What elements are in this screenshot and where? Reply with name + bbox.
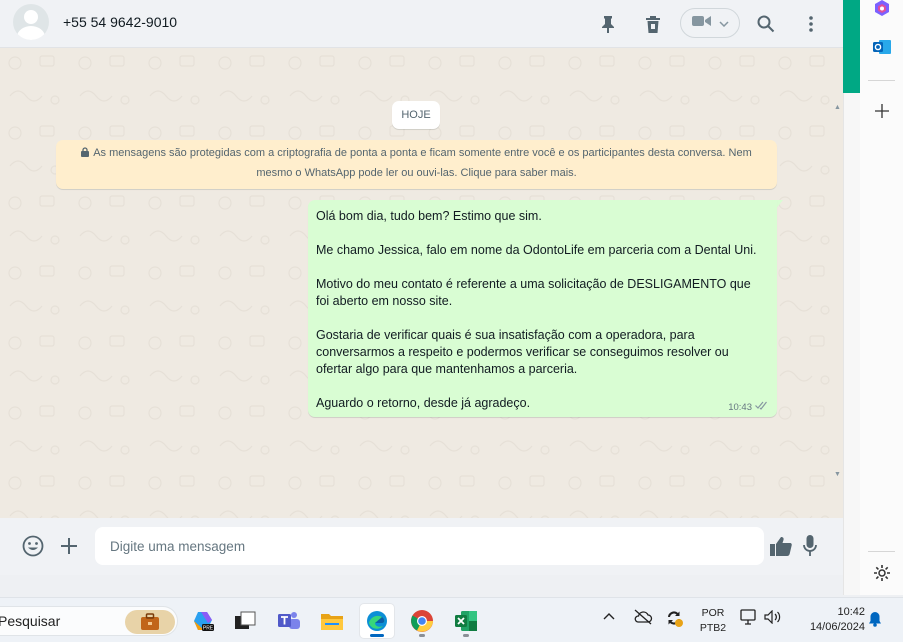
message-input[interactable] <box>110 538 764 554</box>
scroll-up-arrow[interactable]: ▲ <box>834 104 841 111</box>
side-panel-bg <box>860 0 903 595</box>
excel-icon[interactable] <box>449 604 483 638</box>
whatsapp-window: +55 54 9642-9010 ▲ HOJE As mensagens são… <box>0 0 843 595</box>
delete-icon[interactable] <box>641 12 665 36</box>
teams-icon[interactable] <box>272 604 306 638</box>
date-chip: HOJE <box>392 101 440 129</box>
clock-time: 10:42 <box>837 606 865 618</box>
notification-bell-icon[interactable] <box>868 611 882 630</box>
taskbar-search[interactable]: Pesquisar <box>0 606 178 636</box>
lock-icon <box>81 145 90 164</box>
message-line: ofertar algo para que mantenhamos a parc… <box>316 362 578 376</box>
language-code: POR <box>701 607 725 619</box>
rail-separator <box>868 551 895 552</box>
copilot-app-icon[interactable]: PRE <box>187 604 221 638</box>
video-call-button[interactable] <box>680 8 740 38</box>
input-language-indicator[interactable]: POR PTB2 <box>696 606 730 636</box>
taskbar: Pesquisar PRE POR PTB2 10:42 14/06/2024 <box>0 597 903 642</box>
message-line <box>316 310 769 327</box>
keyboard-layout: PTB2 <box>699 622 727 634</box>
settings-icon[interactable] <box>872 563 892 583</box>
outgoing-message[interactable]: Olá bom dia, tudo bem? Estimo que sim. M… <box>308 200 777 417</box>
message-line: conversarmos a respeito e podermos verif… <box>316 345 729 359</box>
window-bottom-strip <box>0 575 843 595</box>
chat-header: +55 54 9642-9010 <box>0 0 843 48</box>
avatar[interactable] <box>13 4 49 40</box>
message-text: Olá bom dia, tudo bem? Estimo que sim. M… <box>316 208 769 412</box>
scroll-down-arrow[interactable]: ▼ <box>834 471 841 478</box>
composer <box>0 518 843 575</box>
chevron-up-icon[interactable] <box>603 611 615 623</box>
encryption-notice-line1: As mensagens são protegidas com a cripto… <box>93 147 752 159</box>
copilot-icon[interactable] <box>872 0 892 18</box>
edge-icon[interactable] <box>360 604 394 638</box>
add-icon[interactable] <box>872 101 892 121</box>
message-line: Me chamo Jessica, falo em nome da Odonto… <box>316 243 757 257</box>
network-icon[interactable] <box>740 609 758 628</box>
message-line: Motivo do meu contato é referente a uma … <box>316 277 751 291</box>
clock[interactable]: 10:42 14/06/2024 <box>795 605 865 635</box>
message-meta: 10:43 <box>728 401 769 413</box>
rail-separator <box>868 80 895 81</box>
file-explorer-icon[interactable] <box>315 604 349 638</box>
thumbs-up-icon[interactable] <box>768 533 794 559</box>
message-line: Aguardo o retorno, desde já agradeço. <box>316 396 531 410</box>
plus-icon[interactable] <box>56 533 82 559</box>
message-input-box[interactable] <box>95 527 764 565</box>
clock-date: 14/06/2024 <box>809 621 865 633</box>
briefcase-icon[interactable] <box>125 610 175 634</box>
emoji-icon[interactable] <box>20 533 46 559</box>
message-line <box>316 225 769 242</box>
microphone-icon[interactable] <box>797 533 823 559</box>
contact-name[interactable]: +55 54 9642-9010 <box>63 14 177 30</box>
sync-warning-icon[interactable] <box>664 608 684 631</box>
video-call-icon <box>691 14 711 32</box>
encryption-notice[interactable]: As mensagens são protegidas com a cripto… <box>56 140 777 189</box>
taskbar-search-text: Pesquisar <box>0 613 61 629</box>
message-line <box>316 259 769 276</box>
double-check-icon <box>755 401 769 413</box>
whatsapp-green-strip <box>843 0 860 93</box>
outlook-icon[interactable] <box>872 37 892 57</box>
search-icon[interactable] <box>754 12 778 36</box>
message-line: foi aberto em nosso site. <box>316 294 453 308</box>
message-line: Gostaria de verificar quais é sua insati… <box>316 328 695 342</box>
pin-icon[interactable] <box>596 12 620 36</box>
more-vertical-icon[interactable] <box>799 12 823 36</box>
screen: +55 54 9642-9010 ▲ HOJE As mensagens são… <box>0 0 903 642</box>
chat-area[interactable]: ▲ HOJE As mensagens são protegidas com a… <box>0 48 843 518</box>
message-line <box>316 378 769 395</box>
svg-text:PRE: PRE <box>203 626 214 632</box>
cloud-offline-icon[interactable] <box>633 609 653 628</box>
chevron-down-icon <box>718 14 729 32</box>
message-time: 10:43 <box>728 401 752 413</box>
task-view-icon[interactable] <box>228 604 262 638</box>
volume-icon[interactable] <box>764 609 782 627</box>
encryption-notice-line2: mesmo o WhatsApp pode ler ou ouvi-las. C… <box>256 167 577 179</box>
message-line: Olá bom dia, tudo bem? Estimo que sim. <box>316 209 542 223</box>
chrome-icon[interactable] <box>405 604 439 638</box>
